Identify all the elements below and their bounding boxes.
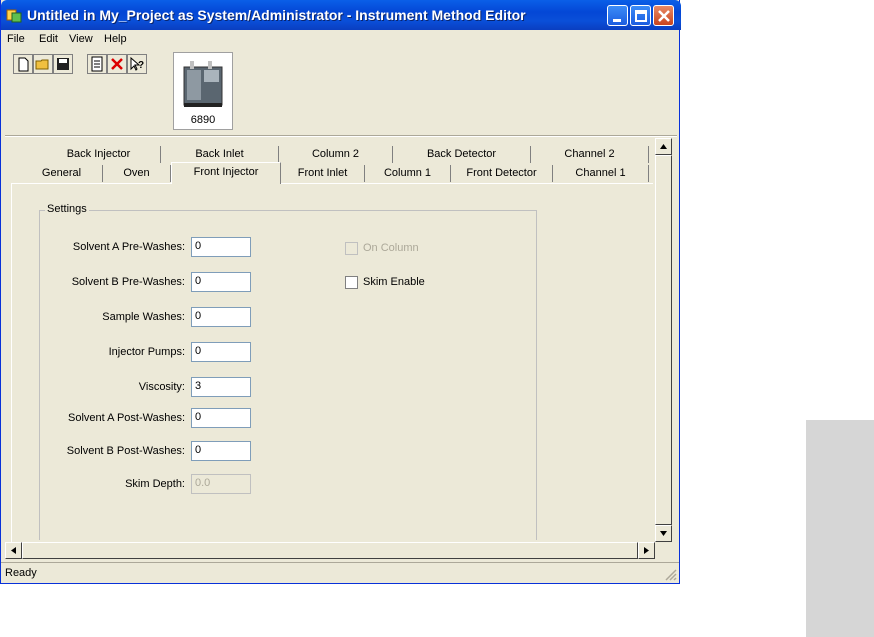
report-icon[interactable] xyxy=(87,54,107,74)
on-column-checkbox xyxy=(345,242,358,255)
solvent-a-pre-washes-label: Solvent A Pre-Washes: xyxy=(72,241,185,253)
settings-group-label: Settings xyxy=(45,203,89,215)
injector-pumps-label: Injector Pumps: xyxy=(108,346,185,358)
skim-enable-label[interactable]: Skim Enable xyxy=(363,276,425,288)
menu-bar: File Edit View Help xyxy=(1,30,679,48)
menu-file[interactable]: File xyxy=(7,33,25,45)
window-title: Untitled in My_Project as System/Adminis… xyxy=(27,7,526,23)
solvent-b-pre-washes-input[interactable]: 0 xyxy=(191,272,251,292)
divider xyxy=(5,135,677,137)
solvent-a-post-washes-input[interactable]: 0 xyxy=(191,408,251,428)
maximize-icon[interactable] xyxy=(630,5,651,26)
menu-view[interactable]: View xyxy=(69,33,93,45)
on-column-label: On Column xyxy=(363,242,419,254)
solvent-a-pre-washes-input[interactable]: 0 xyxy=(191,237,251,257)
method-panel: Back Injector Back Inlet Column 2 Back D… xyxy=(5,138,655,542)
device-label: 6890 xyxy=(190,114,216,126)
minimize-icon[interactable] xyxy=(607,5,628,26)
tab-back-detector[interactable]: Back Detector xyxy=(393,146,531,163)
solvent-b-pre-washes-label: Solvent B Pre-Washes: xyxy=(71,276,185,288)
close-icon[interactable] xyxy=(653,5,674,26)
scroll-right-icon[interactable] xyxy=(638,542,655,559)
scroll-down-icon[interactable] xyxy=(655,525,672,542)
tab-column-1[interactable]: Column 1 xyxy=(365,165,451,182)
skim-depth-label: Skim Depth: xyxy=(125,478,185,490)
tab-back-injector[interactable]: Back Injector xyxy=(37,146,161,163)
solvent-a-post-washes-label: Solvent A Post-Washes: xyxy=(68,412,185,424)
toolbar: ? xyxy=(5,50,185,80)
vertical-scroll-thumb[interactable] xyxy=(655,155,672,525)
injector-pumps-input[interactable]: 0 xyxy=(191,342,251,362)
device-6890[interactable]: 6890 xyxy=(173,52,233,130)
scroll-up-icon[interactable] xyxy=(655,138,672,155)
skim-depth-input: 0.0 xyxy=(191,474,251,494)
open-folder-icon[interactable] xyxy=(33,54,53,74)
tab-oven[interactable]: Oven xyxy=(103,165,171,182)
sample-washes-input[interactable]: 0 xyxy=(191,307,251,327)
sample-washes-label: Sample Washes: xyxy=(102,311,185,323)
resize-grip-icon[interactable] xyxy=(663,567,677,581)
context-help-icon[interactable]: ? xyxy=(127,54,147,74)
vertical-scrollbar[interactable] xyxy=(655,138,672,542)
tab-back-inlet[interactable]: Back Inlet xyxy=(161,146,279,163)
viscosity-label: Viscosity: xyxy=(138,381,185,393)
tab-front-inlet[interactable]: Front Inlet xyxy=(281,165,365,182)
settings-group xyxy=(39,210,537,540)
menu-edit[interactable]: Edit xyxy=(39,33,58,45)
tab-general[interactable]: General xyxy=(21,165,103,182)
delete-x-icon[interactable] xyxy=(107,54,127,74)
svg-text:?: ? xyxy=(138,60,144,71)
skim-enable-checkbox[interactable] xyxy=(345,276,358,289)
new-document-icon[interactable] xyxy=(13,54,33,74)
solvent-b-post-washes-input[interactable]: 0 xyxy=(191,441,251,461)
horizontal-scroll-thumb[interactable] xyxy=(22,542,638,559)
status-text: Ready xyxy=(5,567,37,579)
status-bar: Ready xyxy=(1,562,679,583)
tab-column-2[interactable]: Column 2 xyxy=(279,146,393,163)
title-bar[interactable]: Untitled in My_Project as System/Adminis… xyxy=(1,0,681,30)
horizontal-scrollbar[interactable] xyxy=(5,542,655,559)
gc-instrument-icon xyxy=(183,61,223,107)
solvent-b-post-washes-label: Solvent B Post-Washes: xyxy=(66,445,185,457)
tab-channel-1[interactable]: Channel 1 xyxy=(553,165,649,182)
app-icon xyxy=(6,7,22,23)
tab-front-detector[interactable]: Front Detector xyxy=(451,165,553,182)
tab-channel-2[interactable]: Channel 2 xyxy=(531,146,649,163)
viscosity-input[interactable]: 3 xyxy=(191,377,251,397)
menu-help[interactable]: Help xyxy=(104,33,127,45)
scroll-left-icon[interactable] xyxy=(5,542,22,559)
background-panel xyxy=(806,420,874,637)
tab-front-injector[interactable]: Front Injector xyxy=(171,162,281,184)
save-disk-icon[interactable] xyxy=(53,54,73,74)
instrument-method-editor-window: Untitled in My_Project as System/Adminis… xyxy=(0,0,681,584)
